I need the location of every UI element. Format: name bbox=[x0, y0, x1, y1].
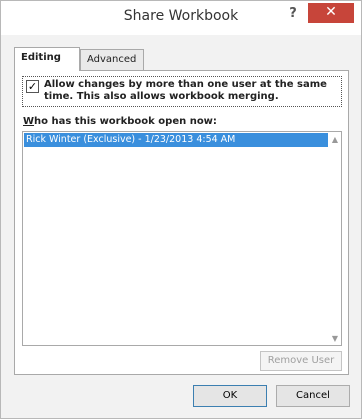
scroll-down-arrow-icon[interactable]: ▼ bbox=[329, 333, 341, 345]
title-bar: Share Workbook ? ✕ bbox=[1, 1, 361, 35]
users-list-label: Who has this workbook open now: bbox=[23, 116, 217, 127]
cancel-button[interactable]: Cancel bbox=[276, 385, 350, 407]
users-list[interactable]: Rick Winter (Exclusive) - 1/23/2013 4:54… bbox=[22, 131, 342, 346]
dialog-title: Share Workbook bbox=[123, 8, 239, 24]
users-list-label-accel: W bbox=[23, 116, 35, 127]
tab-advanced[interactable]: Advanced bbox=[80, 49, 144, 71]
ok-button[interactable]: OK bbox=[193, 385, 267, 407]
allow-changes-label: Allow changes by more than one user at t… bbox=[44, 79, 327, 102]
close-icon: ✕ bbox=[325, 4, 337, 20]
scroll-up-arrow-icon[interactable]: ▲ bbox=[329, 134, 341, 146]
users-list-label-text: ho has this workbook open now: bbox=[34, 116, 217, 127]
help-button[interactable]: ? bbox=[282, 5, 304, 23]
editing-panel: ✓ Allow changes by more than one user at… bbox=[14, 70, 349, 375]
share-workbook-dialog: Share Workbook ? ✕ Editing Advanced ✓ Al… bbox=[0, 0, 362, 419]
checkmark-icon: ✓ bbox=[27, 80, 38, 93]
remove-user-button[interactable]: Remove User bbox=[260, 351, 342, 371]
allow-changes-option[interactable]: ✓ Allow changes by more than one user at… bbox=[22, 76, 342, 107]
list-item[interactable]: Rick Winter (Exclusive) - 1/23/2013 4:54… bbox=[24, 133, 328, 147]
allow-changes-checkbox[interactable]: ✓ bbox=[26, 80, 39, 93]
close-button[interactable]: ✕ bbox=[308, 3, 354, 23]
tab-editing[interactable]: Editing bbox=[14, 47, 80, 71]
